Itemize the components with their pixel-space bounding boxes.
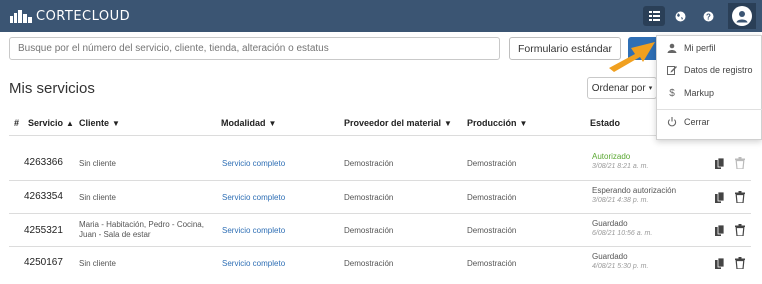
grid-icon: [648, 11, 660, 21]
modality-link[interactable]: Servicio completo: [222, 193, 285, 203]
menu-item-label: Markup: [684, 88, 715, 98]
table-row[interactable]: 4255321 Maria - Habitación, Pedro - Coci…: [0, 214, 762, 247]
dollar-icon: $: [669, 87, 675, 99]
copy-icon[interactable]: [715, 225, 725, 237]
column-header-modalidad[interactable]: Modalidad ▼: [221, 118, 276, 128]
user-avatar-icon: [736, 11, 748, 23]
client-name: Sin cliente: [79, 159, 116, 168]
production: Demostración: [467, 159, 517, 168]
modality-link[interactable]: Servicio completo: [222, 159, 285, 169]
status-date: 3/08/21 8:21 a. m.: [592, 163, 649, 170]
cloud-logo-icon: [10, 10, 32, 23]
menu-item-label: Cerrar: [684, 117, 710, 127]
menu-item-markup[interactable]: $ Markup: [657, 82, 762, 104]
trash-icon[interactable]: [735, 257, 745, 269]
caret-down-icon: ▾: [648, 85, 653, 92]
table-row[interactable]: 4263366 Sin cliente Servicio completo De…: [0, 147, 762, 180]
language-button[interactable]: [669, 6, 691, 26]
client-name: Sin cliente: [79, 193, 116, 202]
material-provider: Demostración: [344, 193, 394, 202]
column-header-proveedor[interactable]: Proveedor del material ▼: [344, 118, 452, 128]
material-provider: Demostración: [344, 159, 394, 168]
menu-item-registration[interactable]: Datos de registro: [657, 59, 762, 81]
status-badge: Esperando autorización: [592, 186, 677, 195]
chevron-down-icon: ▼: [268, 119, 277, 128]
brand-logo[interactable]: CORTECLOUD: [10, 6, 130, 26]
brand-name: CORTECLOUD: [36, 8, 131, 24]
chevron-down-icon: ▼: [519, 119, 528, 128]
sort-dropdown-button[interactable]: Ordenar por ▾: [587, 77, 657, 99]
service-id[interactable]: 4250167: [24, 258, 63, 268]
column-header-servicio[interactable]: Servicio ▲: [28, 118, 74, 128]
power-icon: [666, 117, 678, 127]
sort-up-icon: ▲: [66, 119, 74, 128]
orange-arrow-annotation: [609, 42, 655, 72]
material-provider: Demostración: [344, 259, 394, 268]
modality-link[interactable]: Servicio completo: [222, 259, 285, 269]
column-header-number: #: [14, 118, 20, 128]
page-title: Mis servicios: [9, 80, 95, 97]
trash-icon[interactable]: [735, 157, 745, 169]
status-date: 3/08/21 4:38 p. m.: [592, 197, 649, 204]
production: Demostración: [467, 259, 517, 268]
chevron-down-icon: ▼: [444, 119, 452, 128]
client-name: Sin cliente: [79, 259, 116, 268]
help-icon: ?: [703, 11, 713, 21]
production: Demostración: [467, 193, 517, 202]
svg-text:?: ?: [706, 12, 711, 21]
menu-item-logout[interactable]: Cerrar: [657, 111, 762, 133]
chevron-down-icon: ▼: [112, 119, 120, 128]
edit-icon: [666, 65, 678, 75]
status: Autorizado 3/08/21 8:21 a. m.: [592, 152, 648, 172]
status: Guardado 6/08/21 10:56 a. m.: [592, 219, 652, 239]
copy-icon[interactable]: [715, 158, 725, 170]
column-header-produccion[interactable]: Producción ▼: [467, 118, 527, 128]
sort-dropdown-label: Ordenar por: [591, 82, 646, 94]
client-name: Maria - Habitación, Pedro - Cocina, Juan…: [79, 220, 204, 240]
user-icon: [666, 43, 678, 53]
copy-icon[interactable]: [715, 258, 725, 270]
modality-link[interactable]: Servicio completo: [222, 226, 285, 236]
column-header-cliente[interactable]: Cliente ▼: [79, 118, 120, 128]
status-badge: Guardado: [592, 219, 628, 228]
menu-item-label: Mi perfil: [684, 43, 716, 53]
avatar: [732, 6, 752, 26]
column-header-estado: Estado: [590, 118, 621, 128]
service-id[interactable]: 4255321: [24, 226, 63, 236]
status: Guardado 4/08/21 5:30 p. m.: [592, 252, 648, 272]
search-input[interactable]: [9, 37, 500, 60]
client-name-line2: Juan - Sala de estar: [79, 230, 151, 239]
copy-icon[interactable]: [715, 192, 725, 204]
standard-form-label: Formulario estándar: [518, 42, 612, 55]
status-badge: Autorizado: [592, 152, 631, 161]
menu-item-profile[interactable]: Mi perfil: [657, 37, 762, 59]
menu-item-label: Datos de registro: [684, 65, 753, 75]
status: Esperando autorización 3/08/21 4:38 p. m…: [592, 186, 676, 206]
table-row[interactable]: 4263354 Sin cliente Servicio completo De…: [0, 181, 762, 214]
grid-view-button[interactable]: [643, 6, 665, 26]
top-navbar: CORTECLOUD ?: [0, 0, 762, 32]
status-badge: Guardado: [592, 252, 628, 261]
service-id[interactable]: 4263366: [24, 158, 63, 168]
table-row[interactable]: 4250167 Sin cliente Servicio completo De…: [0, 247, 762, 280]
trash-icon[interactable]: [735, 191, 745, 203]
trash-icon[interactable]: [735, 224, 745, 236]
user-dropdown-menu: Mi perfil Datos de registro $ Markup Cer…: [656, 35, 762, 140]
globe-icon: [675, 11, 685, 21]
client-name-line1: Maria - Habitación, Pedro - Cocina,: [79, 220, 204, 229]
user-avatar-button[interactable]: [728, 3, 756, 29]
service-id[interactable]: 4263354: [24, 192, 63, 202]
production: Demostración: [467, 226, 517, 235]
help-button[interactable]: ?: [697, 6, 719, 26]
status-date: 4/08/21 5:30 p. m.: [592, 263, 649, 270]
table-divider: [9, 135, 751, 136]
material-provider: Demostración: [344, 226, 394, 235]
menu-divider: [657, 109, 762, 110]
status-date: 6/08/21 10:56 a. m.: [592, 230, 653, 237]
